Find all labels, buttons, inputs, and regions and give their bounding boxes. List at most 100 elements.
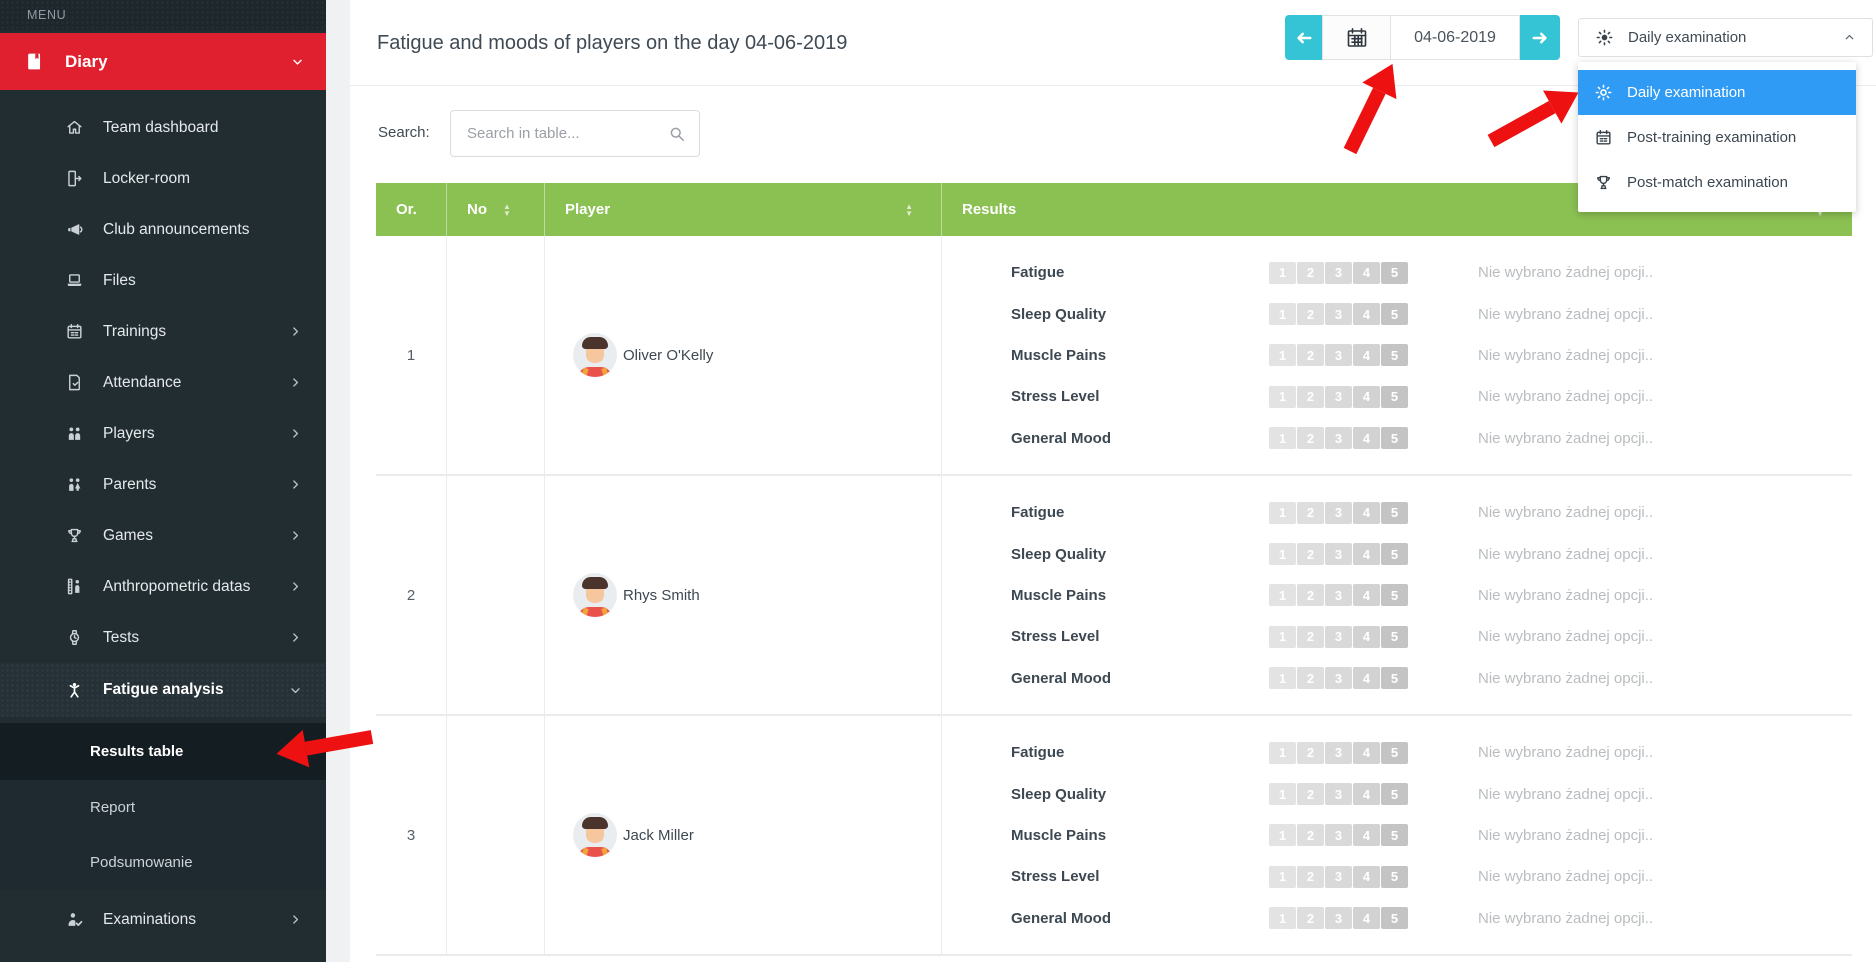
rating-option-1[interactable]: 1 [1269,626,1296,648]
rating-option-1[interactable]: 1 [1269,584,1296,606]
rating-option-5[interactable]: 5 [1381,626,1408,648]
sidebar-subitem-podsumowanie[interactable]: Podsumowanie [0,835,326,890]
rating-option-2[interactable]: 2 [1297,667,1324,689]
rating-option-4[interactable]: 4 [1353,386,1380,408]
rating-option-5[interactable]: 5 [1381,866,1408,888]
rating-option-4[interactable]: 4 [1353,626,1380,648]
rating-option-2[interactable]: 2 [1297,502,1324,524]
sidebar-item-club-announcements[interactable]: Club announcements [0,204,326,255]
rating-option-3[interactable]: 3 [1325,502,1352,524]
sidebar-item-locker-room[interactable]: Locker-room [0,153,326,204]
rating-option-5[interactable]: 5 [1381,907,1408,929]
rating-option-1[interactable]: 1 [1269,824,1296,846]
date-input[interactable]: 04-06-2019 [1390,15,1520,60]
rating-option-2[interactable]: 2 [1297,907,1324,929]
rating-option-3[interactable]: 3 [1325,742,1352,764]
examination-type-select[interactable]: Daily examination [1578,18,1873,57]
sidebar-item-anthropometric-datas[interactable]: Anthropometric datas [0,561,326,612]
column-header-player[interactable]: Player ▲▼ [544,183,941,236]
rating-option-2[interactable]: 2 [1297,783,1324,805]
rating-option-3[interactable]: 3 [1325,584,1352,606]
previous-day-button[interactable] [1285,15,1322,60]
rating-option-2[interactable]: 2 [1297,626,1324,648]
rating-option-5[interactable]: 5 [1381,303,1408,325]
rating-option-5[interactable]: 5 [1381,584,1408,606]
column-header-no[interactable]: No ▲▼ [446,183,544,236]
next-day-button[interactable] [1520,15,1560,60]
rating-option-3[interactable]: 3 [1325,626,1352,648]
rating-option-5[interactable]: 5 [1381,427,1408,449]
rating-option-4[interactable]: 4 [1353,262,1380,284]
rating-option-5[interactable]: 5 [1381,667,1408,689]
rating-option-2[interactable]: 2 [1297,824,1324,846]
rating-option-1[interactable]: 1 [1269,502,1296,524]
sidebar-item-files[interactable]: Files [0,255,326,306]
sidebar-item-team-dashboard[interactable]: Team dashboard [0,102,326,153]
rating-option-3[interactable]: 3 [1325,262,1352,284]
rating-option-3[interactable]: 3 [1325,386,1352,408]
rating-option-5[interactable]: 5 [1381,344,1408,366]
rating-option-2[interactable]: 2 [1297,584,1324,606]
rating-option-1[interactable]: 1 [1269,344,1296,366]
sidebar-item-examinations[interactable]: Examinations [0,894,326,945]
rating-option-1[interactable]: 1 [1269,866,1296,888]
rating-option-5[interactable]: 5 [1381,502,1408,524]
rating-option-2[interactable]: 2 [1297,742,1324,764]
rating-option-3[interactable]: 3 [1325,344,1352,366]
dropdown-option-post-match-examination[interactable]: Post-match examination [1578,160,1856,205]
rating-option-1[interactable]: 1 [1269,742,1296,764]
rating-option-2[interactable]: 2 [1297,866,1324,888]
sidebar-item-attendance[interactable]: Attendance [0,357,326,408]
search-input[interactable] [451,111,699,156]
player-cell[interactable]: Jack Miller [544,716,941,954]
rating-option-1[interactable]: 1 [1269,543,1296,565]
rating-option-3[interactable]: 3 [1325,667,1352,689]
sidebar-item-tests[interactable]: Tests [0,612,326,663]
dropdown-option-daily-examination[interactable]: Daily examination [1578,70,1856,115]
player-cell[interactable]: Rhys Smith [544,476,941,714]
rating-option-2[interactable]: 2 [1297,386,1324,408]
rating-option-1[interactable]: 1 [1269,386,1296,408]
rating-option-4[interactable]: 4 [1353,303,1380,325]
rating-option-4[interactable]: 4 [1353,543,1380,565]
rating-option-2[interactable]: 2 [1297,344,1324,366]
rating-option-1[interactable]: 1 [1269,303,1296,325]
player-cell[interactable]: Oliver O'Kelly [544,236,941,474]
rating-option-1[interactable]: 1 [1269,667,1296,689]
rating-option-2[interactable]: 2 [1297,303,1324,325]
sidebar-item-fatigue-analysis[interactable]: Fatigue analysis [0,663,326,717]
rating-option-1[interactable]: 1 [1269,262,1296,284]
rating-option-3[interactable]: 3 [1325,543,1352,565]
sidebar-subitem-report[interactable]: Report [0,780,326,835]
rating-option-3[interactable]: 3 [1325,866,1352,888]
rating-option-5[interactable]: 5 [1381,543,1408,565]
rating-option-2[interactable]: 2 [1297,543,1324,565]
rating-option-4[interactable]: 4 [1353,667,1380,689]
rating-option-5[interactable]: 5 [1381,824,1408,846]
sidebar-item-parents[interactable]: Parents [0,459,326,510]
rating-option-3[interactable]: 3 [1325,907,1352,929]
rating-option-3[interactable]: 3 [1325,427,1352,449]
sidebar-item-games[interactable]: Games [0,510,326,561]
rating-option-4[interactable]: 4 [1353,866,1380,888]
rating-option-5[interactable]: 5 [1381,262,1408,284]
sidebar-subitem-results-table[interactable]: Results table [0,723,326,780]
rating-option-5[interactable]: 5 [1381,742,1408,764]
rating-option-3[interactable]: 3 [1325,824,1352,846]
sidebar-item-players[interactable]: Players [0,408,326,459]
rating-option-1[interactable]: 1 [1269,907,1296,929]
rating-option-5[interactable]: 5 [1381,783,1408,805]
calendar-button[interactable] [1322,15,1390,60]
rating-option-3[interactable]: 3 [1325,783,1352,805]
rating-option-3[interactable]: 3 [1325,303,1352,325]
rating-option-4[interactable]: 4 [1353,344,1380,366]
rating-option-2[interactable]: 2 [1297,427,1324,449]
sidebar-item-trainings[interactable]: Trainings [0,306,326,357]
rating-option-4[interactable]: 4 [1353,742,1380,764]
rating-option-1[interactable]: 1 [1269,783,1296,805]
rating-option-4[interactable]: 4 [1353,584,1380,606]
rating-option-4[interactable]: 4 [1353,907,1380,929]
rating-option-4[interactable]: 4 [1353,427,1380,449]
rating-option-2[interactable]: 2 [1297,262,1324,284]
rating-option-5[interactable]: 5 [1381,386,1408,408]
